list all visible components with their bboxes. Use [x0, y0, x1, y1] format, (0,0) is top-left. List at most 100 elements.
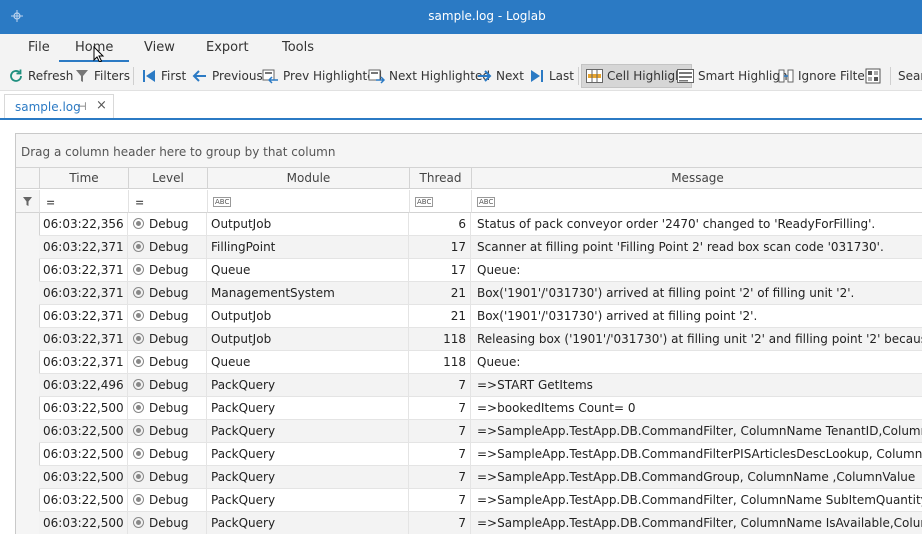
cell-module[interactable]: PackQuery — [207, 489, 409, 511]
cell-module[interactable]: PackQuery — [207, 397, 409, 419]
cell-module[interactable]: FillingPoint — [207, 236, 409, 258]
cell-time[interactable]: 06:03:22,371 — [39, 328, 128, 350]
filter-thread[interactable]: ABC — [410, 190, 472, 213]
cell-thread[interactable]: 6 — [409, 213, 471, 235]
last-button[interactable]: Last — [529, 64, 574, 88]
cell-level[interactable]: Debug — [128, 374, 207, 396]
cell-message[interactable]: Queue: — [471, 351, 922, 373]
filter-time[interactable]: = — [40, 190, 129, 213]
cell-message[interactable]: =>SampleApp.TestApp.DB.CommandGroup, Col… — [471, 466, 922, 488]
cell-module[interactable]: ManagementSystem — [207, 282, 409, 304]
prev-highlighted-button[interactable]: Prev Highlighted — [262, 64, 382, 88]
cell-level[interactable]: Debug — [128, 305, 207, 327]
table-row[interactable]: 06:03:22,371 Debug ManagementSystem 21 Box('… — [39, 282, 922, 305]
cell-time[interactable]: 06:03:22,371 — [39, 259, 128, 281]
cell-time[interactable]: 06:03:22,496 — [39, 374, 128, 396]
cell-thread[interactable]: 17 — [409, 236, 471, 258]
pin-icon[interactable]: ⊣ — [77, 100, 87, 113]
filter-message[interactable]: ABC — [472, 190, 922, 213]
cell-thread[interactable]: 21 — [409, 305, 471, 327]
cell-thread[interactable]: 21 — [409, 282, 471, 304]
column-header-level[interactable]: Level — [129, 168, 208, 189]
column-header-time[interactable]: Time — [40, 168, 129, 189]
cell-module[interactable]: Queue — [207, 259, 409, 281]
cell-module[interactable]: OutputJob — [207, 328, 409, 350]
cell-thread[interactable]: 7 — [409, 443, 471, 465]
cell-level[interactable]: Debug — [128, 420, 207, 442]
cell-thread[interactable]: 17 — [409, 259, 471, 281]
next-button[interactable]: Next — [476, 64, 524, 88]
close-icon[interactable]: × — [96, 98, 107, 113]
cell-message[interactable]: Status of pack conveyor order '2470' cha… — [471, 213, 922, 235]
cell-message[interactable]: =>SampleApp.TestApp.DB.CommandFilter, Co… — [471, 489, 922, 511]
cell-module[interactable]: OutputJob — [207, 213, 409, 235]
cell-time[interactable]: 06:03:22,500 — [39, 420, 128, 442]
cell-message[interactable]: Releasing box ('1901'/'031730') at filli… — [471, 328, 922, 350]
cell-time[interactable]: 06:03:22,371 — [39, 282, 128, 304]
cell-module[interactable]: PackQuery — [207, 420, 409, 442]
cell-level[interactable]: Debug — [128, 397, 207, 419]
cell-level[interactable]: Debug — [128, 213, 207, 235]
menu-view[interactable]: View — [144, 40, 175, 55]
column-header-module[interactable]: Module — [208, 168, 410, 189]
first-button[interactable]: First — [141, 64, 186, 88]
menu-export[interactable]: Export — [206, 40, 249, 55]
cell-level[interactable]: Debug — [128, 443, 207, 465]
cell-level[interactable]: Debug — [128, 236, 207, 258]
table-row[interactable]: 06:03:22,496 Debug PackQuery 7 =>START GetIt… — [39, 374, 922, 397]
cell-message[interactable]: =>bookedItems Count= 0 — [471, 397, 922, 419]
cell-level[interactable]: Debug — [128, 282, 207, 304]
table-row[interactable]: 06:03:22,356 Debug OutputJob 6 Status of pac… — [39, 213, 922, 236]
cell-level[interactable]: Debug — [128, 259, 207, 281]
cell-thread[interactable]: 118 — [409, 351, 471, 373]
cell-thread[interactable]: 118 — [409, 328, 471, 350]
search-button[interactable]: Search — [898, 64, 922, 88]
table-row[interactable]: 06:03:22,371 Debug OutputJob 118 Releasing b… — [39, 328, 922, 351]
smart-highlight-button[interactable]: Smart Highlight — [677, 64, 792, 88]
cell-level[interactable]: Debug — [128, 512, 207, 534]
cell-highlight-button[interactable]: Cell Highlight — [581, 64, 693, 88]
cell-message[interactable]: =>SampleApp.TestApp.DB.CommandFilter, Co… — [471, 512, 922, 534]
next-highlighted-button[interactable]: Next Highlighted — [368, 64, 490, 88]
column-chooser-button[interactable] — [865, 64, 881, 88]
column-header-message[interactable]: Message — [472, 168, 922, 189]
cell-time[interactable]: 06:03:22,500 — [39, 512, 128, 534]
cell-message[interactable]: Queue: — [471, 259, 922, 281]
cell-module[interactable]: Queue — [207, 351, 409, 373]
table-row[interactable]: 06:03:22,500 Debug PackQuery 7 =>SampleApp.T… — [39, 443, 922, 466]
cell-time[interactable]: 06:03:22,371 — [39, 351, 128, 373]
menu-file[interactable]: File — [28, 40, 50, 55]
group-by-panel[interactable]: Drag a column header here to group by th… — [16, 134, 922, 168]
cell-time[interactable]: 06:03:22,500 — [39, 397, 128, 419]
table-row[interactable]: 06:03:22,371 Debug FillingPoint 17 Scanner a… — [39, 236, 922, 259]
cell-thread[interactable]: 7 — [409, 512, 471, 534]
column-header-thread[interactable]: Thread — [410, 168, 472, 189]
table-row[interactable]: 06:03:22,371 Debug Queue 118 Queue: — [39, 351, 922, 374]
cell-message[interactable]: =>START GetItems — [471, 374, 922, 396]
cell-thread[interactable]: 7 — [409, 466, 471, 488]
table-row[interactable]: 06:03:22,371 Debug Queue 17 Queue: — [39, 259, 922, 282]
table-row[interactable]: 06:03:22,500 Debug PackQuery 7 =>SampleApp.T… — [39, 489, 922, 512]
cell-thread[interactable]: 7 — [409, 420, 471, 442]
cell-message[interactable]: Box('1901'/'031730') arrived at filling … — [471, 305, 922, 327]
table-row[interactable]: 06:03:22,500 Debug PackQuery 7 =>bookedItems… — [39, 397, 922, 420]
cell-thread[interactable]: 7 — [409, 397, 471, 419]
filters-button[interactable]: Filters — [74, 64, 130, 88]
table-row[interactable]: 06:03:22,500 Debug PackQuery 7 =>SampleApp.T… — [39, 512, 922, 534]
table-row[interactable]: 06:03:22,500 Debug PackQuery 7 =>SampleApp.T… — [39, 420, 922, 443]
ignore-filter-button[interactable]: Ignore Filter — [778, 64, 870, 88]
cell-module[interactable]: PackQuery — [207, 512, 409, 534]
document-tab[interactable]: sample.log ⊣ × — [4, 94, 114, 120]
cell-module[interactable]: PackQuery — [207, 374, 409, 396]
cell-level[interactable]: Debug — [128, 466, 207, 488]
table-row[interactable]: 06:03:22,371 Debug OutputJob 21 Box('1901'/'… — [39, 305, 922, 328]
filter-module[interactable]: ABC — [208, 190, 410, 213]
cell-time[interactable]: 06:03:22,371 — [39, 305, 128, 327]
cell-level[interactable]: Debug — [128, 351, 207, 373]
previous-button[interactable]: Previous — [192, 64, 263, 88]
cell-thread[interactable]: 7 — [409, 374, 471, 396]
table-row[interactable]: 06:03:22,500 Debug PackQuery 7 =>SampleApp.T… — [39, 466, 922, 489]
cell-thread[interactable]: 7 — [409, 489, 471, 511]
cell-time[interactable]: 06:03:22,371 — [39, 236, 128, 258]
cell-level[interactable]: Debug — [128, 489, 207, 511]
